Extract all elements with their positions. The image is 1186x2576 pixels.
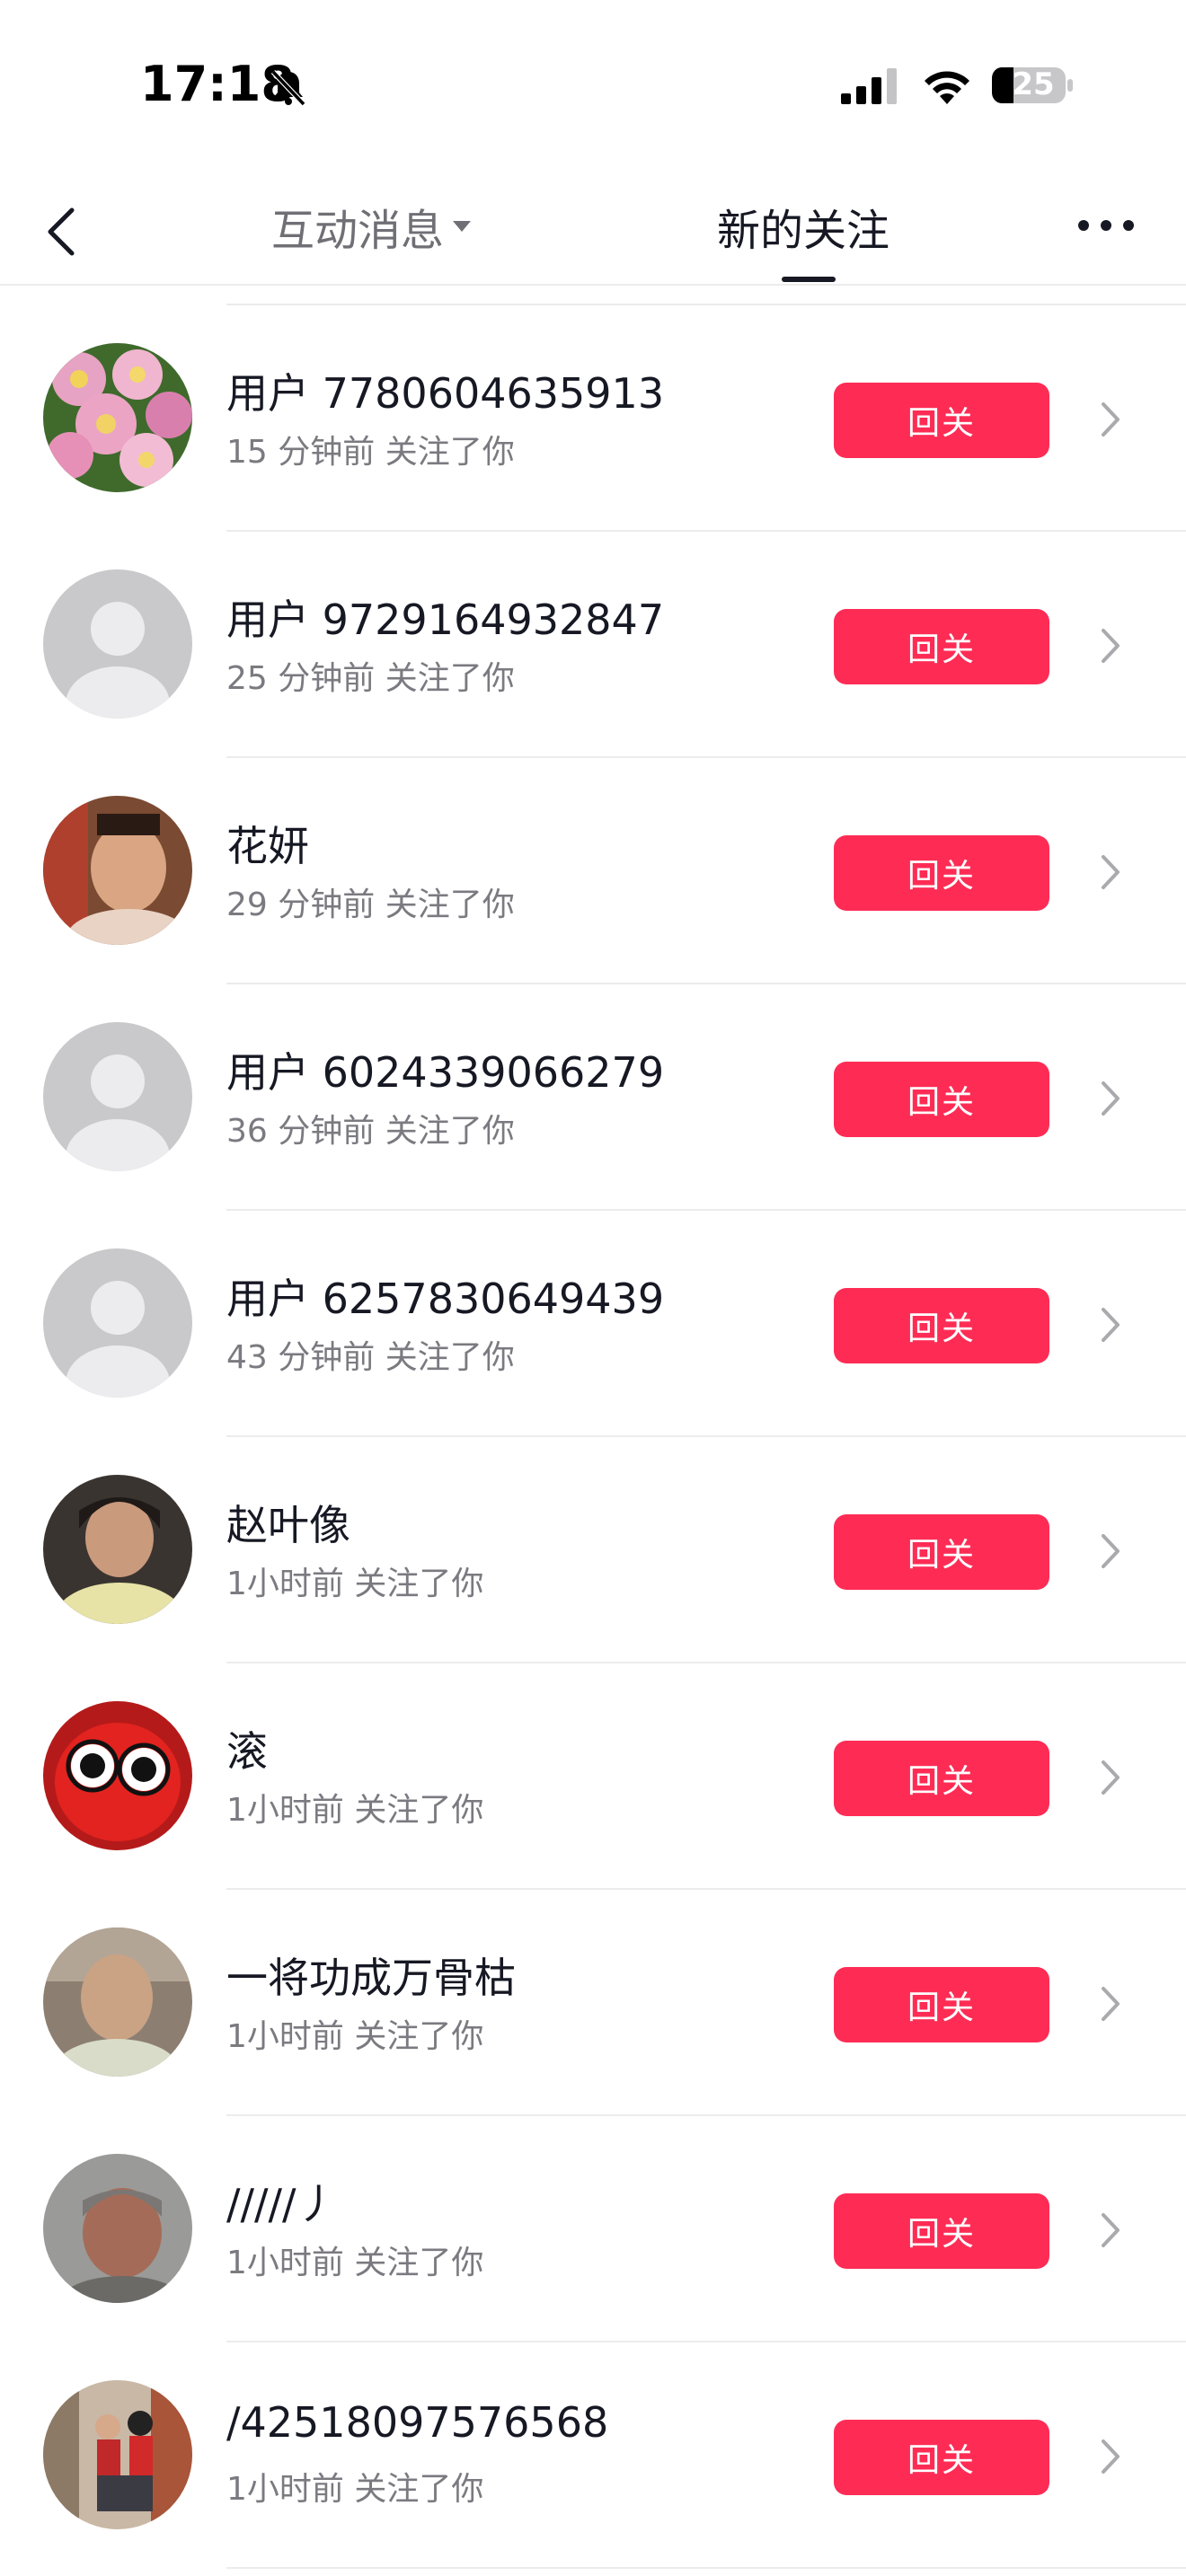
chevron-right-icon[interactable]: [1098, 399, 1123, 440]
bell-slash-icon: [270, 69, 306, 107]
avatar[interactable]: [43, 1475, 192, 1624]
status-bar: 17:18 25: [0, 0, 1186, 171]
default-avatar-icon: [43, 1248, 192, 1398]
battery-level: 25: [1012, 66, 1055, 102]
avatar[interactable]: [43, 343, 192, 492]
chevron-right-icon[interactable]: [1098, 1531, 1123, 1572]
caret-down-icon: [453, 221, 472, 232]
chevron-right-icon[interactable]: [1098, 1078, 1123, 1119]
follow-time: 1小时前 关注了你: [226, 2471, 484, 2508]
follower-name[interactable]: 用户 7780604635913: [226, 361, 664, 420]
follow-back-button[interactable]: 回关: [834, 2420, 1049, 2495]
chevron-right-icon[interactable]: [1098, 851, 1123, 893]
tab-new-followers-label: 新的关注: [717, 206, 890, 256]
follow-back-button[interactable]: 回关: [834, 1967, 1049, 2042]
follow-back-button[interactable]: 回关: [834, 1062, 1049, 1137]
person-photo: [43, 1475, 192, 1624]
follower-row[interactable]: 滚 1小时前 关注了你 回关: [0, 1663, 1186, 1890]
person-photo: [43, 796, 192, 945]
follow-time: 36 分钟前 关注了你: [226, 1113, 515, 1150]
avatar[interactable]: [43, 1701, 192, 1850]
chevron-right-icon[interactable]: [1098, 2436, 1123, 2477]
red-octopus-toy-photo: [43, 1701, 192, 1850]
follow-back-button[interactable]: 回关: [834, 835, 1049, 911]
follow-back-button[interactable]: 回关: [834, 2193, 1049, 2269]
follower-name[interactable]: 一将功成万骨枯: [226, 1945, 516, 2005]
follower-row[interactable]: 花妍 29 分钟前 关注了你 回关: [0, 758, 1186, 984]
avatar[interactable]: [43, 2154, 192, 2303]
follower-name[interactable]: 用户 6024339066279: [226, 1040, 664, 1099]
follow-back-button[interactable]: 回关: [834, 383, 1049, 458]
avatar[interactable]: [43, 1928, 192, 2077]
follower-row[interactable]: 一将功成万骨枯 1小时前 关注了你 回关: [0, 1890, 1186, 2116]
follow-time: 15 分钟前 关注了你: [226, 434, 515, 471]
avatar[interactable]: [43, 1248, 192, 1398]
follow-time: 1小时前 关注了你: [226, 1566, 484, 1602]
follow-time: 1小时前 关注了你: [226, 2245, 484, 2281]
follower-row[interactable]: 用户 7780604635913 15 分钟前 关注了你 回关: [0, 305, 1186, 532]
wifi-icon: [925, 71, 969, 104]
follower-row[interactable]: 用户 6257830649439 43 分钟前 关注了你 回关: [0, 1211, 1186, 1437]
top-nav-bar: 互动消息 新的关注: [0, 171, 1186, 286]
chevron-right-icon[interactable]: [1098, 625, 1123, 666]
follow-back-button[interactable]: 回关: [834, 1288, 1049, 1363]
cellular-signal-icon: [841, 68, 897, 104]
follower-name[interactable]: /////丿: [226, 2172, 338, 2231]
tab-interactions-label: 互动消息: [271, 206, 445, 256]
avatar[interactable]: [43, 569, 192, 719]
tab-interactions[interactable]: 互动消息: [271, 194, 473, 259]
follower-name[interactable]: /42518097576568: [226, 2398, 608, 2447]
follow-time: 43 分钟前 关注了你: [226, 1339, 515, 1376]
row-divider: [226, 2567, 1186, 2569]
default-avatar-icon: [43, 1022, 192, 1171]
default-avatar-icon: [43, 569, 192, 719]
follower-name[interactable]: 滚: [226, 1719, 268, 1778]
follow-back-button[interactable]: 回关: [834, 1741, 1049, 1816]
avatar[interactable]: [43, 2380, 192, 2529]
follower-row[interactable]: /////丿 1小时前 关注了你 回关: [0, 2116, 1186, 2342]
avatar[interactable]: [43, 796, 192, 945]
follower-row[interactable]: 用户 6024339066279 36 分钟前 关注了你 回关: [0, 984, 1186, 1211]
follow-back-button[interactable]: 回关: [834, 1514, 1049, 1590]
follower-row[interactable]: /42518097576568 1小时前 关注了你 回关: [0, 2342, 1186, 2569]
follow-time: 29 分钟前 关注了你: [226, 887, 515, 923]
person-photo: [43, 1928, 192, 2077]
follower-row[interactable]: 用户 9729164932847 25 分钟前 关注了你 回关: [0, 532, 1186, 758]
tab-new-followers[interactable]: 新的关注: [717, 194, 890, 259]
follow-time: 25 分钟前 关注了你: [226, 660, 515, 697]
follow-time: 1小时前 关注了你: [226, 2018, 484, 2055]
avatar[interactable]: [43, 1022, 192, 1171]
back-chevron-icon[interactable]: [40, 203, 84, 260]
follower-name[interactable]: 用户 9729164932847: [226, 587, 664, 647]
follower-row[interactable]: 赵叶像 1小时前 关注了你 回关: [0, 1437, 1186, 1663]
chevron-right-icon[interactable]: [1098, 2210, 1123, 2251]
chevron-right-icon[interactable]: [1098, 1757, 1123, 1798]
follow-time: 1小时前 关注了你: [226, 1792, 484, 1829]
person-photo: [43, 2154, 192, 2303]
follower-name[interactable]: 用户 6257830649439: [226, 1266, 664, 1326]
more-dots-icon[interactable]: [1075, 212, 1137, 239]
follower-name[interactable]: 花妍: [226, 814, 309, 873]
flowers-photo: [43, 343, 192, 492]
follower-name[interactable]: 赵叶像: [226, 1493, 350, 1552]
chevron-right-icon[interactable]: [1098, 1304, 1123, 1345]
chevron-right-icon[interactable]: [1098, 1983, 1123, 2025]
follow-back-button[interactable]: 回关: [834, 609, 1049, 684]
active-tab-indicator: [782, 277, 836, 282]
two-people-photo: [43, 2380, 192, 2529]
